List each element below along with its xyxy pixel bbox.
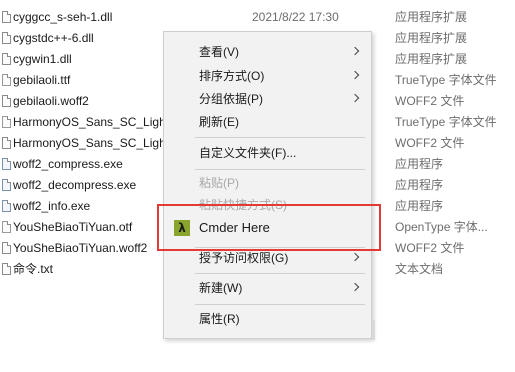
- exe-file-icon: [2, 179, 11, 191]
- file-name: cygstdc++-6.dll: [13, 31, 94, 45]
- scrollbar-fragment: [372, 320, 375, 340]
- menu-separator: [195, 169, 365, 170]
- file-type: 应用程序: [395, 157, 444, 171]
- highlight-box: [157, 204, 381, 251]
- chevron-right-icon: [350, 70, 360, 80]
- menu-item-new[interactable]: 新建(W): [164, 277, 371, 299]
- chevron-right-icon: [350, 46, 360, 56]
- file-icon: [2, 137, 11, 149]
- menu-separator: [195, 273, 365, 274]
- menu-separator: [195, 304, 365, 305]
- dll-file-icon: [2, 53, 11, 65]
- menu-item-label: 自定义文件夹(F)...: [199, 146, 297, 160]
- file-name: gebilaoli.ttf: [13, 73, 71, 87]
- menu-item-customize-folder[interactable]: 自定义文件夹(F)...: [164, 142, 371, 164]
- menu-item-label: 新建(W): [199, 281, 243, 295]
- file-name: cyggcc_s-seh-1.dll: [13, 10, 113, 24]
- menu-item-sort-by[interactable]: 排序方式(O): [164, 65, 371, 87]
- exe-file-icon: [2, 200, 11, 212]
- font-file-icon: [2, 116, 11, 128]
- file-name: woff2_info.exe: [13, 199, 91, 213]
- file-name: HarmonyOS_Sans_SC_Light: [13, 115, 170, 129]
- file-row[interactable]: cyggcc_s-seh-1.dll 2021/8/22 17:30 应用程序扩…: [0, 7, 515, 28]
- menu-item-label: 粘贴(P): [199, 176, 239, 190]
- dll-file-icon: [2, 32, 11, 44]
- file-name: woff2_compress.exe: [13, 157, 123, 171]
- menu-item-label: 属性(R): [199, 312, 240, 326]
- menu-item-refresh[interactable]: 刷新(E): [164, 111, 371, 133]
- file-name: YouSheBiaoTiYuan.woff2: [13, 241, 148, 255]
- file-type: 应用程序扩展: [395, 52, 468, 66]
- file-name: 命令.txt: [13, 262, 54, 276]
- file-name: woff2_decompress.exe: [13, 178, 137, 192]
- file-type: 文本文档: [395, 262, 444, 276]
- file-type: 应用程序扩展: [395, 31, 468, 45]
- menu-item-label: 查看(V): [199, 45, 239, 59]
- chevron-right-icon: [350, 282, 360, 292]
- file-type: 应用程序: [395, 199, 444, 213]
- file-name: YouSheBiaoTiYuan.otf: [13, 220, 133, 234]
- file-name: gebilaoli.woff2: [13, 94, 89, 108]
- exe-file-icon: [2, 158, 11, 170]
- menu-item-label: 刷新(E): [199, 115, 239, 129]
- file-type: WOFF2 文件: [395, 94, 465, 108]
- context-menu: 查看(V) 排序方式(O) 分组依据(P) 刷新(E) 自定义文件夹(F)...…: [163, 31, 372, 339]
- file-type: 应用程序扩展: [395, 10, 468, 24]
- font-file-icon: [2, 74, 11, 86]
- menu-item-group-by[interactable]: 分组依据(P): [164, 88, 371, 110]
- file-type: OpenType 字体...: [395, 220, 488, 234]
- menu-separator: [195, 137, 365, 138]
- file-name: cygwin1.dll: [13, 52, 72, 66]
- file-name: HarmonyOS_Sans_SC_Light: [13, 136, 170, 150]
- dll-file-icon: [2, 11, 11, 23]
- file-type: WOFF2 文件: [395, 136, 465, 150]
- chevron-right-icon: [350, 93, 360, 103]
- file-icon: [2, 95, 11, 107]
- file-type: 应用程序: [395, 178, 444, 192]
- file-type: TrueType 字体文件: [395, 73, 497, 87]
- menu-item-label: 排序方式(O): [199, 69, 265, 83]
- file-type: WOFF2 文件: [395, 241, 465, 255]
- menu-item-paste[interactable]: 粘贴(P): [164, 172, 371, 194]
- chevron-right-icon: [350, 252, 360, 262]
- menu-item-label: 分组依据(P): [199, 92, 263, 106]
- file-type: TrueType 字体文件: [395, 115, 497, 129]
- text-file-icon: [2, 263, 11, 275]
- file-date: 2021/8/22 17:30: [252, 10, 339, 24]
- font-file-icon: [2, 221, 11, 233]
- menu-item-properties[interactable]: 属性(R): [164, 308, 371, 330]
- file-icon: [2, 242, 11, 254]
- menu-item-view[interactable]: 查看(V): [164, 41, 371, 63]
